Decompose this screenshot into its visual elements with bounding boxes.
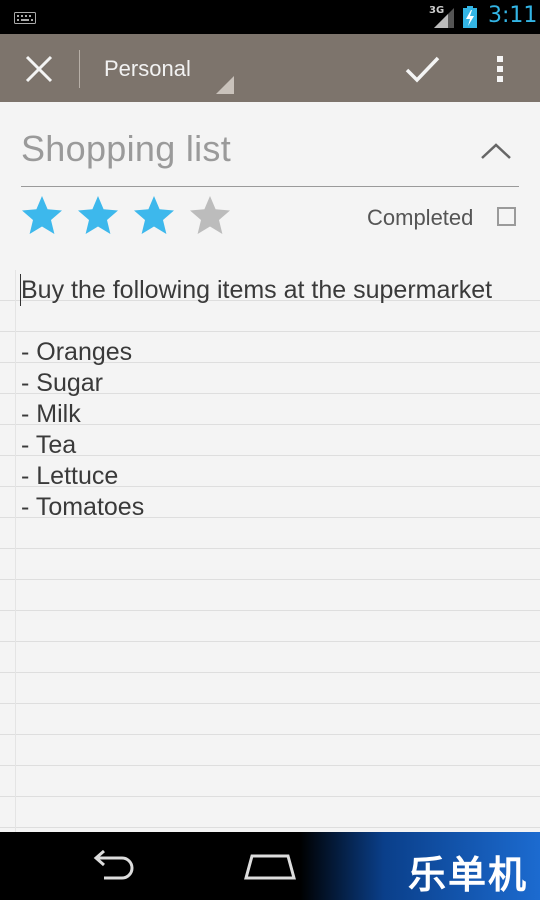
category-label: Personal bbox=[104, 56, 191, 81]
notepad-margin-line bbox=[15, 270, 16, 832]
navigation-bar: 乐单机 bbox=[0, 832, 540, 900]
note-title-input[interactable]: Shopping list bbox=[21, 128, 231, 170]
category-spinner[interactable]: Personal bbox=[90, 44, 240, 94]
star-icon[interactable] bbox=[76, 194, 120, 238]
action-bar-divider bbox=[79, 50, 80, 88]
title-underline bbox=[21, 186, 519, 187]
watermark: 乐单机 bbox=[300, 832, 540, 900]
completed-label: Completed bbox=[367, 205, 474, 230]
spinner-indicator-icon bbox=[216, 76, 234, 94]
keyboard-icon bbox=[14, 12, 36, 24]
overflow-menu-button[interactable] bbox=[486, 48, 516, 90]
note-body-text[interactable]: Buy the following items at the supermark… bbox=[21, 275, 521, 523]
close-icon bbox=[25, 55, 53, 83]
note-body-area[interactable]: Buy the following items at the supermark… bbox=[0, 270, 540, 832]
clock: 3:11 bbox=[488, 3, 538, 28]
star-icon[interactable] bbox=[20, 194, 64, 238]
star-icon[interactable] bbox=[132, 194, 176, 238]
collapse-button[interactable] bbox=[478, 138, 514, 164]
home-button[interactable] bbox=[240, 850, 300, 882]
action-bar: Personal bbox=[0, 34, 540, 102]
chevron-up-icon bbox=[481, 143, 511, 159]
done-button[interactable] bbox=[400, 48, 446, 90]
check-icon bbox=[405, 56, 440, 83]
signal-strength-icon bbox=[434, 8, 454, 28]
note-editor: Shopping list Completed Buy the followin… bbox=[0, 102, 540, 832]
battery-charging-icon bbox=[463, 6, 477, 28]
home-icon bbox=[244, 854, 296, 880]
completed-checkbox[interactable] bbox=[497, 207, 516, 226]
close-button[interactable] bbox=[18, 48, 60, 90]
back-button[interactable] bbox=[84, 849, 140, 882]
star-icon[interactable] bbox=[188, 194, 232, 238]
text-cursor bbox=[20, 274, 21, 306]
status-bar: 3G 3:11 bbox=[0, 0, 540, 34]
overflow-menu-icon bbox=[497, 56, 503, 82]
watermark-text: 乐单机 bbox=[408, 853, 529, 897]
back-icon bbox=[93, 849, 134, 880]
